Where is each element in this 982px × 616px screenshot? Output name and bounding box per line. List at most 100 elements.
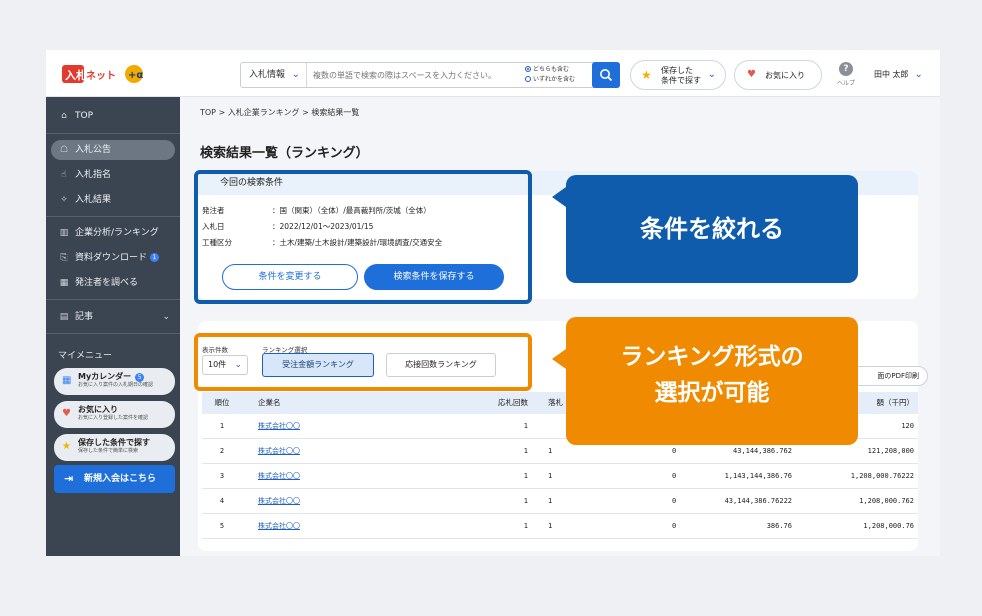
home-icon: ⌂ [61, 111, 67, 121]
wins-cell: 1 [548, 522, 553, 530]
sidebar-item-label: 入札指名 [75, 170, 112, 180]
mymenu-calendar[interactable]: ▦ Myカレンダー 5 お気に入り案件の入札期日の確認 [54, 368, 175, 395]
rank-cell: 4 [219, 497, 225, 505]
mymenu-favorites-sub: お気に入り登録した案件を確認 [78, 415, 149, 421]
saved-conditions-button[interactable]: ★ 保存した 条件で探す ⌄ [630, 60, 726, 90]
bids-cell: 1 [523, 522, 528, 530]
sidebar-item-download[interactable]: ⎘ 資料ダウンロード 1 [46, 248, 180, 268]
sidebar-item-label: 入札結果 [75, 195, 112, 205]
search-input[interactable] [311, 63, 523, 87]
article-icon: ▤ [59, 312, 69, 322]
sidebar-item-top[interactable]: ⌂ TOP [46, 106, 180, 126]
svg-text:ネット: ネット [86, 70, 116, 82]
amount-cell: 43,144,386.76222 [724, 497, 792, 505]
help-button[interactable]: ? ヘルプ [832, 62, 860, 87]
mymenu-title: マイメニュー [58, 351, 113, 361]
table-row: 5 株式会社〇〇 1 1 0 386.76 1,208,000.76 [202, 514, 918, 539]
heart-icon: ♥ [62, 408, 71, 419]
ranking-callout-line2: 選択が可能 [654, 380, 770, 406]
user-menu[interactable]: 田中 太郎 ⌄ [874, 69, 923, 80]
page-title: 検索結果一覧（ランキング） [200, 146, 369, 161]
signup-button[interactable]: ⇥ 新規入会はこちら [54, 465, 175, 493]
zero-cell: 0 [672, 497, 677, 505]
wins-cell: 1 [548, 472, 553, 480]
zero-cell: 0 [672, 472, 677, 480]
chevron-down-icon: ⌄ [291, 69, 300, 80]
mymenu-calendar-sub: お気に入り案件の入札期日の確認 [78, 382, 154, 388]
column-header-bids: 応札回数 [498, 398, 528, 407]
sidebar-item-kekka[interactable]: ✧ 入札結果 [46, 190, 180, 210]
company-link[interactable]: 株式会社〇〇 [258, 464, 300, 489]
notification-badge: 5 [135, 373, 145, 382]
search-mode-either-label: いずれかを含む [533, 76, 576, 83]
sidebar-item-shimei[interactable]: ☝ 入札指名 [46, 165, 180, 185]
handshake-icon: ✧ [60, 195, 68, 205]
search-button[interactable] [592, 62, 620, 88]
mymenu-saved-conditions[interactable]: ★ 保存した条件で探す 保存した条件で簡単に検索 [54, 434, 175, 461]
zero-cell: 0 [672, 522, 677, 530]
sidebar-divider [46, 299, 180, 300]
bids-cell: 1 [523, 422, 528, 430]
chevron-down-icon: ⌄ [162, 312, 170, 322]
user-name: 田中 太郎 [874, 70, 909, 79]
search-bar: 入札情報 ⌄ どちらも含む いずれかを含む [240, 62, 620, 88]
heart-icon: ♥ [747, 69, 756, 80]
company-link[interactable]: 株式会社〇〇 [258, 514, 300, 539]
company-link[interactable]: 株式会社〇〇 [258, 489, 300, 514]
sidebar-divider [46, 133, 180, 134]
sidebar-item-kiji[interactable]: ▤ 記事 ⌄ [46, 307, 180, 327]
rank-cell: 5 [219, 522, 225, 530]
mymenu-favorites[interactable]: ♥ お気に入り お気に入り登録した案件を確認 [54, 401, 175, 428]
company-link[interactable]: 株式会社〇〇 [258, 414, 300, 439]
rank-cell: 3 [219, 472, 225, 480]
company-link[interactable]: 株式会社〇〇 [258, 439, 300, 464]
search-category-label: 入札情報 [249, 70, 286, 80]
sidebar: ⌂ TOP ☖ 入札公告 ☝ 入札指名 ✧ 入札結果 ▥ 企業分析/ランキング ⎘ 資料ダウ… [46, 97, 180, 556]
search-mode-any-radio[interactable]: どちらも含む [525, 65, 589, 75]
sidebar-item-label: 資料ダウンロード [75, 253, 148, 263]
question-icon: ? [839, 62, 853, 76]
sidebar-item-label: 記事 [75, 312, 94, 322]
sidebar-item-label: 企業分析/ランキング [75, 228, 159, 238]
svg-text:入札: 入札 [65, 68, 87, 82]
search-mode-either-radio[interactable]: いずれかを含む [525, 75, 589, 85]
signup-label: 新規入会はこちら [84, 474, 157, 484]
amount-cell: 1,143,144,386.76 [724, 472, 792, 480]
sidebar-divider [46, 216, 180, 217]
mymenu-saved-sub: 保存した条件で簡単に検索 [78, 448, 139, 454]
mymenu-favorites-title: お気に入り [78, 405, 118, 414]
star-icon: ★ [641, 68, 652, 82]
sidebar-divider [46, 333, 180, 334]
chevron-down-icon: ⌄ [707, 69, 716, 80]
chevron-down-icon: ⌄ [914, 69, 923, 80]
notification-badge: 1 [150, 253, 160, 262]
signin-icon: ⇥ [64, 472, 74, 485]
wins-cell: 1 [548, 497, 553, 505]
search-icon [600, 69, 613, 82]
rank-cell: 2 [219, 447, 225, 455]
search-category-select[interactable]: 入札情報 ⌄ [241, 63, 307, 87]
sidebar-item-label: TOP [75, 111, 94, 121]
sidebar-item-ranking[interactable]: ▥ 企業分析/ランキング [46, 223, 180, 243]
site-logo[interactable]: 入札 ネット +α [62, 62, 146, 86]
ranking-callout-line1: ランキング形式の [620, 344, 804, 370]
column-header-rank: 順位 [214, 398, 230, 407]
people-icon: ☖ [59, 145, 69, 155]
search-mode-any-label: どちらも含む [533, 66, 570, 73]
sidebar-item-label: 発注者を調べる [75, 278, 139, 288]
mymenu-saved-title: 保存した条件で探す [78, 438, 150, 447]
amount-cell: 386.76 [766, 522, 792, 530]
bids-cell: 1 [523, 497, 528, 505]
sidebar-item-koukoku[interactable]: ☖ 入札公告 [51, 140, 175, 160]
help-label: ヘルプ [836, 80, 855, 87]
conditions-callout: 条件を絞れる [552, 175, 858, 283]
amount2-cell: 1,208,000.762 [859, 497, 914, 505]
table-row: 4 株式会社〇〇 1 1 0 43,144,386.76222 1,208,00… [202, 489, 918, 514]
favorites-button[interactable]: ♥ お気に入り [734, 60, 822, 90]
amount2-cell: 1,208,000.76 [863, 522, 914, 530]
sidebar-item-hacchusha[interactable]: ▦ 発注者を調べる [46, 273, 180, 293]
search-mode-radios: どちらも含む いずれかを含む [525, 65, 589, 85]
column-header-company: 企業名 [258, 398, 281, 407]
sidebar-item-label: 入札公告 [75, 145, 112, 155]
pointer-icon: ☝ [61, 170, 67, 180]
